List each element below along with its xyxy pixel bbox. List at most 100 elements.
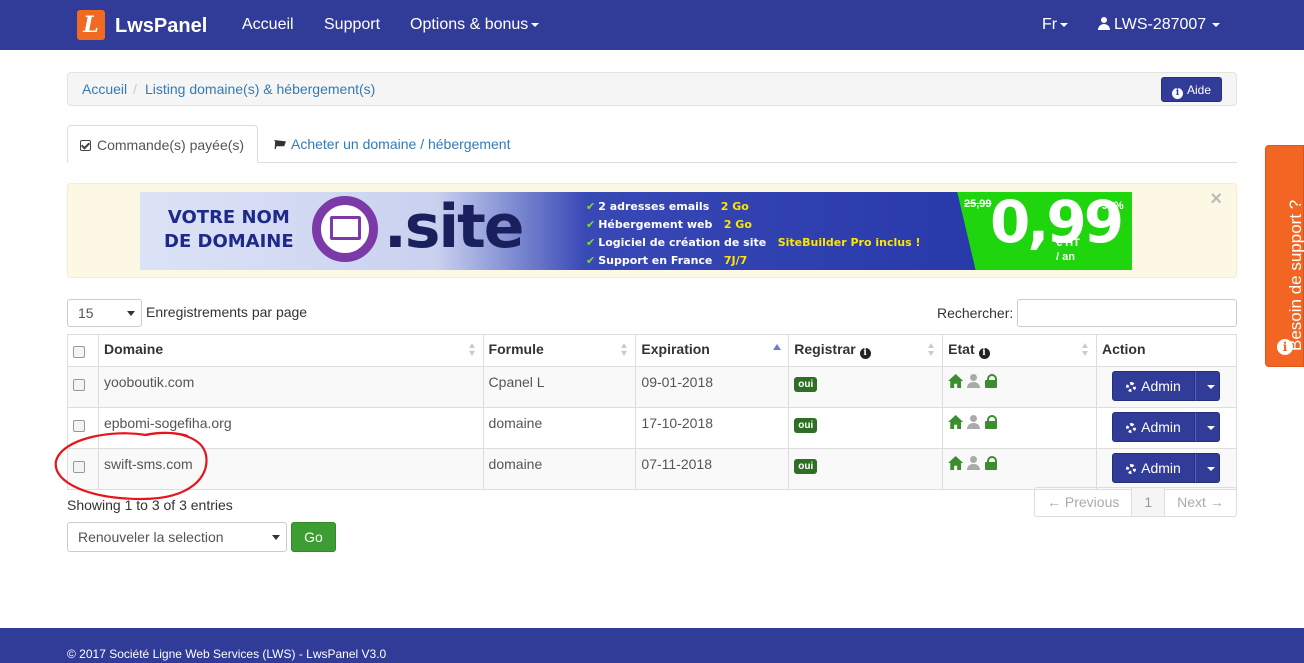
column-header-registrar[interactable]: Registrar i — [788, 334, 944, 367]
row-checkbox[interactable] — [73, 461, 85, 473]
checkbox-checked-icon — [80, 140, 91, 151]
page-size-label: Enregistrements par page — [146, 304, 308, 320]
sort-icon — [1081, 343, 1089, 357]
promo-banner[interactable]: VOTRE NOM DE DOMAINE .site ✔ 2 adresses e… — [140, 192, 1132, 270]
banner-line-1: VOTRE NOM — [167, 207, 290, 228]
domains-table: Domaine Formule Expiration Registrar i E… — [67, 334, 1238, 490]
banner-line-2: DE DOMAINE — [164, 231, 294, 252]
select-all-checkbox[interactable] — [73, 346, 85, 358]
support-side-tab[interactable]: i Besoin de support ? — [1265, 145, 1304, 367]
lock-icon[interactable] — [984, 456, 999, 470]
row-select-cell — [67, 407, 99, 449]
user-icon[interactable] — [966, 415, 981, 429]
previous-page-button[interactable]: ← Previous — [1035, 488, 1133, 516]
chevron-down-icon — [1206, 426, 1215, 430]
column-header-etat[interactable]: Etat i — [942, 334, 1097, 367]
page-footer: © 2017 Société Ligne Web Services (LWS) … — [0, 628, 1304, 663]
brand-name[interactable]: LwsPanel — [115, 15, 207, 38]
user-icon[interactable] — [966, 456, 981, 470]
language-dropdown[interactable]: Fr — [1042, 16, 1069, 34]
page-1-button[interactable]: 1 — [1132, 488, 1166, 516]
admin-dropdown-toggle[interactable] — [1194, 453, 1220, 483]
help-button[interactable]: i Aide — [1160, 77, 1222, 102]
select-arrow-icon — [272, 535, 280, 540]
check-icon: ✔ — [586, 254, 596, 267]
check-icon: ✔ — [586, 218, 596, 231]
admin-button[interactable]: Admin — [1111, 412, 1195, 442]
tab-buy-domain[interactable]: Acheter un domaine / hébergement — [262, 125, 522, 163]
help-label: Aide — [1186, 83, 1211, 97]
chevron-down-icon — [531, 22, 540, 27]
column-header-action: Action — [1095, 334, 1238, 367]
lock-icon[interactable] — [984, 415, 999, 429]
column-header-domaine[interactable]: Domaine — [97, 334, 484, 367]
check-icon: ✔ — [586, 236, 596, 249]
registrar-cell: oui — [788, 366, 944, 408]
user-icon[interactable] — [966, 374, 981, 388]
banner-feature: ✔ Support en France 7J/7 — [586, 254, 748, 267]
domain-cell: epbomi-sogefiha.org — [97, 407, 484, 449]
table-row: epbomi-sogefiha.org domaine 17-10-2018 o… — [67, 407, 1238, 449]
gear-icon — [1126, 382, 1137, 392]
lock-icon[interactable] — [984, 374, 999, 388]
home-icon[interactable] — [948, 374, 964, 388]
pagination: ← Previous 1 Next → — [1034, 487, 1237, 517]
nav-options-label: Options & bonus — [410, 16, 529, 33]
status-cell — [942, 448, 1097, 490]
row-checkbox[interactable] — [73, 379, 85, 391]
info-icon: i — [978, 348, 990, 359]
nav-options-bonus[interactable]: Options & bonus — [410, 16, 540, 34]
close-icon[interactable]: × — [1210, 188, 1222, 211]
domain-cell: swift-sms.com — [97, 448, 484, 490]
banner-headline: VOTRE NOM DE DOMAINE — [164, 206, 294, 254]
top-navbar: L LwsPanel Accueil Support Options & bon… — [0, 0, 1304, 50]
registrar-badge: oui — [794, 377, 818, 392]
banner-price-block: 25,99 -90% 0,99 € HT / an — [957, 192, 1132, 270]
lws-logo-icon[interactable]: L — [77, 10, 105, 40]
user-icon — [1098, 17, 1110, 30]
search-label: Rechercher: — [937, 305, 1014, 321]
home-icon[interactable] — [948, 456, 964, 470]
chevron-down-icon — [1206, 385, 1215, 389]
tab-paid-orders[interactable]: Commande(s) payée(s) — [67, 125, 258, 163]
status-cell — [942, 366, 1097, 408]
next-page-button[interactable]: Next → — [1165, 488, 1236, 516]
info-icon: i — [859, 348, 871, 359]
chevron-down-icon — [1212, 22, 1221, 27]
banner-feature: ✔ Logiciel de création de site SiteBuilde… — [586, 236, 921, 249]
nav-support[interactable]: Support — [324, 16, 380, 34]
action-cell: Admin — [1095, 366, 1238, 408]
nav-accueil[interactable]: Accueil — [242, 16, 294, 34]
row-select-cell — [67, 366, 99, 408]
check-icon: ✔ — [586, 200, 596, 213]
chevron-down-icon — [1060, 22, 1069, 27]
user-dropdown[interactable]: LWS-287007 — [1098, 16, 1221, 34]
home-icon[interactable] — [948, 415, 964, 429]
column-header-formule[interactable]: Formule — [482, 334, 637, 367]
sort-icon — [468, 343, 476, 357]
admin-dropdown-toggle[interactable] — [1194, 412, 1220, 442]
bulk-action-select[interactable]: Renouveler la selection — [67, 522, 287, 552]
breadcrumb-home[interactable]: Accueil — [82, 81, 127, 97]
banner-feature: ✔ Hébergement web 2 Go — [586, 218, 752, 231]
admin-button[interactable]: Admin — [1111, 453, 1195, 483]
shopping-cart-icon — [274, 140, 286, 149]
status-cell — [942, 407, 1097, 449]
page-size-select[interactable]: 15 — [67, 299, 142, 327]
chevron-down-icon — [1206, 467, 1215, 471]
admin-button[interactable]: Admin — [1111, 371, 1195, 401]
registrar-cell: oui — [788, 407, 944, 449]
breadcrumb-listing[interactable]: Listing domaine(s) & hébergement(s) — [145, 81, 375, 97]
registrar-badge: oui — [794, 459, 818, 474]
search-input[interactable] — [1017, 299, 1237, 327]
price-unit: € HT / an — [1056, 237, 1080, 263]
copyright-text: © 2017 Société Ligne Web Services (LWS) … — [67, 647, 387, 661]
column-header-expiration[interactable]: Expiration — [635, 334, 790, 367]
bulk-action-value: Renouveler la selection — [78, 529, 224, 545]
browser-window-icon — [330, 216, 361, 240]
select-all-header — [67, 334, 99, 367]
domain-cell: yooboutik.com — [97, 366, 484, 408]
go-button[interactable]: Go — [291, 522, 336, 552]
row-checkbox[interactable] — [73, 420, 85, 432]
admin-dropdown-toggle[interactable] — [1194, 371, 1220, 401]
